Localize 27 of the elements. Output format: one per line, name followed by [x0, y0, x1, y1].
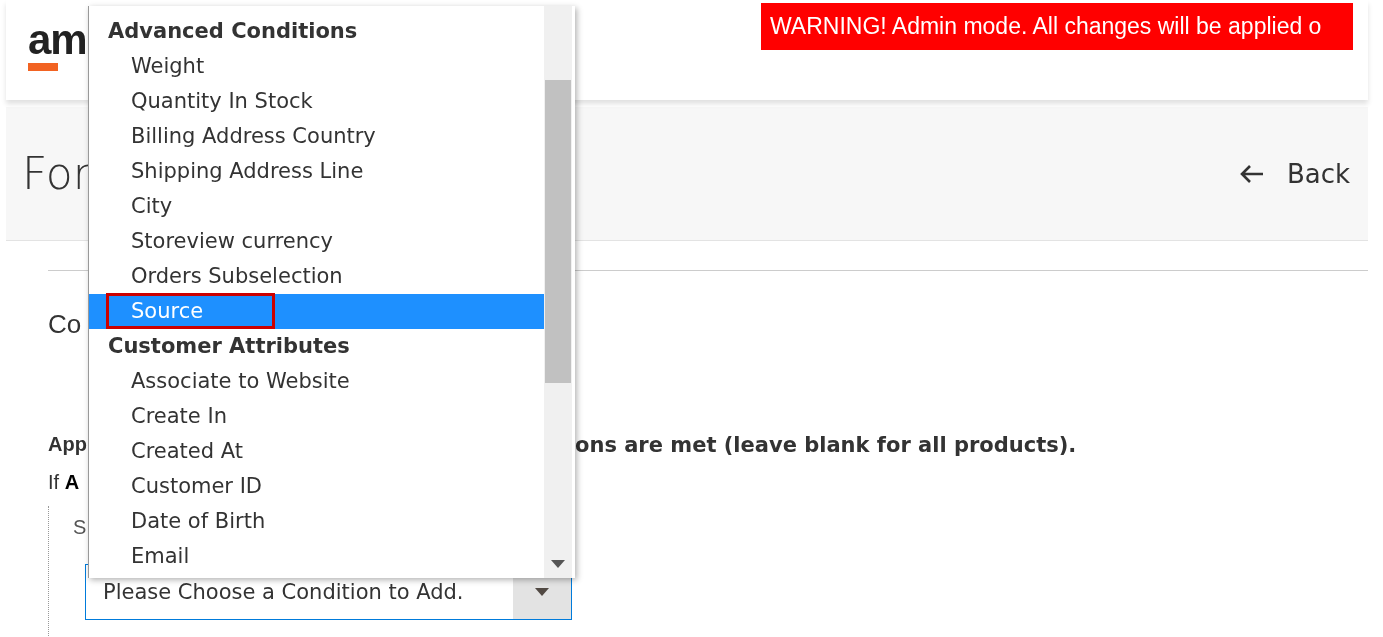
option-group-header: Advanced Conditions: [107, 18, 359, 45]
dropdown-option[interactable]: Billing Address Country: [89, 119, 544, 154]
dropdown-option[interactable]: Quantity In Stock: [89, 84, 544, 119]
caret-down-icon: [535, 588, 549, 596]
dropdown-option[interactable]: Created At: [89, 434, 544, 469]
logo: am: [28, 17, 87, 71]
dropdown-option[interactable]: City: [89, 189, 544, 224]
dropdown-option[interactable]: Create In: [89, 399, 544, 434]
dropdown-option[interactable]: Shipping Address Line: [89, 154, 544, 189]
conditions-intro: App: [48, 433, 87, 457]
section-title: Co: [48, 309, 82, 341]
back-button[interactable]: Back: [1238, 158, 1350, 189]
page-title: For: [22, 148, 91, 199]
back-arrow-icon: [1238, 162, 1265, 185]
dropdown-option[interactable]: Customer ID: [89, 469, 544, 504]
dropdown-option[interactable]: Orders Subselection: [89, 259, 544, 294]
conditions-intro: ons are met (leave blank for all products).: [575, 433, 1078, 457]
condition-rule-text: If A: [48, 471, 80, 494]
dropdown-option[interactable]: Date of Birth: [89, 504, 544, 539]
dropdown-option[interactable]: Associate to Website: [89, 364, 544, 399]
warning-banner: WARNING! Admin mode. All changes will be applied o: [761, 2, 1353, 50]
dropdown-option[interactable]: Weight: [89, 49, 544, 84]
dropdown-option[interactable]: Storeview currency: [89, 224, 544, 259]
scrollbar[interactable]: [544, 6, 572, 578]
condition-label: S: [73, 515, 87, 540]
scroll-down-icon: [551, 560, 565, 568]
option-group-header: Customer Attributes: [107, 333, 351, 360]
